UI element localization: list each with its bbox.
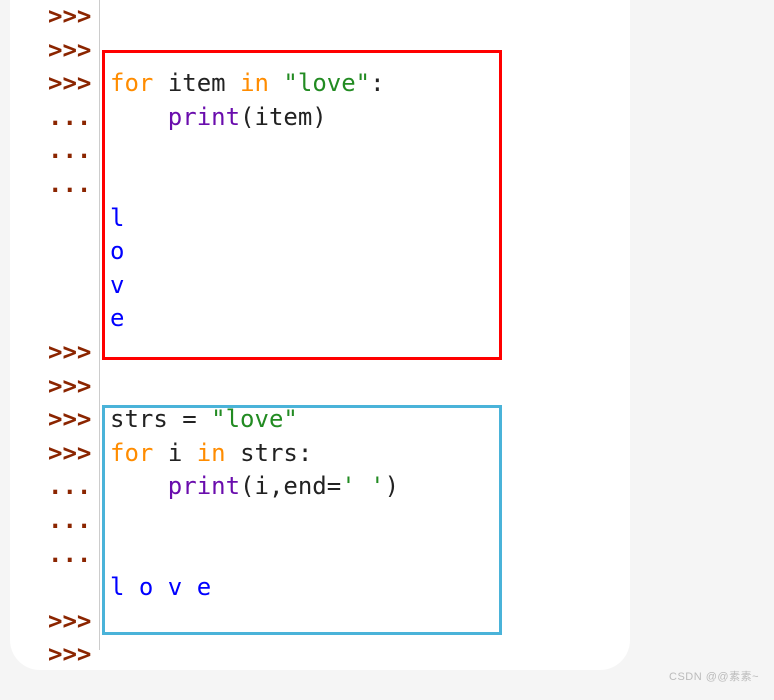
code-line: >>> <box>10 336 630 370</box>
gutter-separator <box>99 0 100 650</box>
prompt-ps1: >>> <box>10 0 95 34</box>
prompt-ps2: ... <box>10 470 95 504</box>
for-loop-header: for i in strs: <box>95 437 630 471</box>
assignment: strs = "love" <box>95 403 630 437</box>
output-line: l <box>95 202 630 236</box>
for-loop-header: for item in "love": <box>95 67 630 101</box>
prompt-ps2: ... <box>10 538 95 572</box>
code-line: ... print(item) <box>10 101 630 135</box>
code-line: >>> <box>10 370 630 404</box>
prompt-ps2: ... <box>10 134 95 168</box>
code-line: ... <box>10 504 630 538</box>
output-line: v <box>95 269 630 303</box>
code-line: >>>strs = "love" <box>10 403 630 437</box>
prompt-ps2: ... <box>10 101 95 135</box>
code-line: >>> <box>10 0 630 34</box>
code-line: ... print(i,end=' ') <box>10 470 630 504</box>
print-call: print(item) <box>95 101 630 135</box>
print-call: print(i,end=' ') <box>95 470 630 504</box>
output-line: o <box>95 235 630 269</box>
code-line: ... <box>10 168 630 202</box>
prompt-ps1: >>> <box>10 370 95 404</box>
watermark: CSDN @@素素~ <box>669 670 759 685</box>
prompt-ps1: >>> <box>10 67 95 101</box>
code-line: >>> <box>10 34 630 68</box>
code-panel: >>> >>> >>>for item in "love": ... print… <box>10 0 630 670</box>
prompt-ps1: >>> <box>10 605 95 639</box>
code-line: l o v e <box>10 571 630 605</box>
prompt-ps1: >>> <box>10 336 95 370</box>
code-line: l <box>10 202 630 236</box>
code-line: >>>for i in strs: <box>10 437 630 471</box>
code-line: ... <box>10 134 630 168</box>
prompt-ps2: ... <box>10 504 95 538</box>
code-line: o <box>10 235 630 269</box>
code-line: >>> <box>10 638 630 670</box>
code-area: >>> >>> >>>for item in "love": ... print… <box>10 0 630 670</box>
prompt-ps1: >>> <box>10 437 95 471</box>
prompt-ps1: >>> <box>10 34 95 68</box>
code-line: v <box>10 269 630 303</box>
output-line: l o v e <box>95 571 630 605</box>
code-line: ... <box>10 538 630 572</box>
code-line: e <box>10 302 630 336</box>
prompt-ps1: >>> <box>10 403 95 437</box>
code-line: >>>for item in "love": <box>10 67 630 101</box>
code-line: >>> <box>10 605 630 639</box>
prompt-ps2: ... <box>10 168 95 202</box>
prompt-ps1: >>> <box>10 638 95 670</box>
output-line: e <box>95 302 630 336</box>
